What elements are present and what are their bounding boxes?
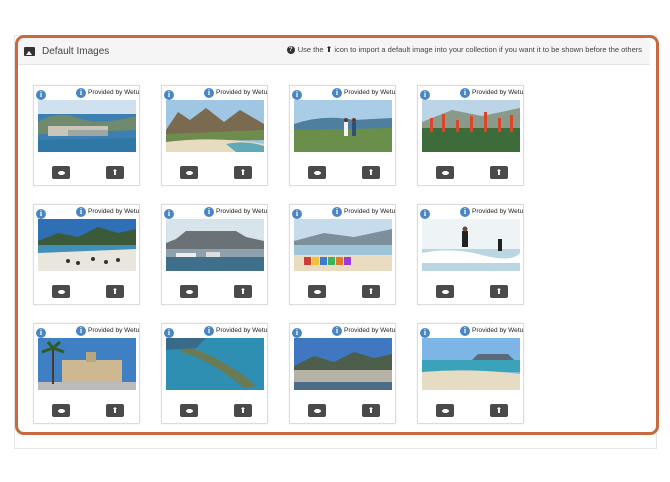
highlight-outline [15,35,659,435]
